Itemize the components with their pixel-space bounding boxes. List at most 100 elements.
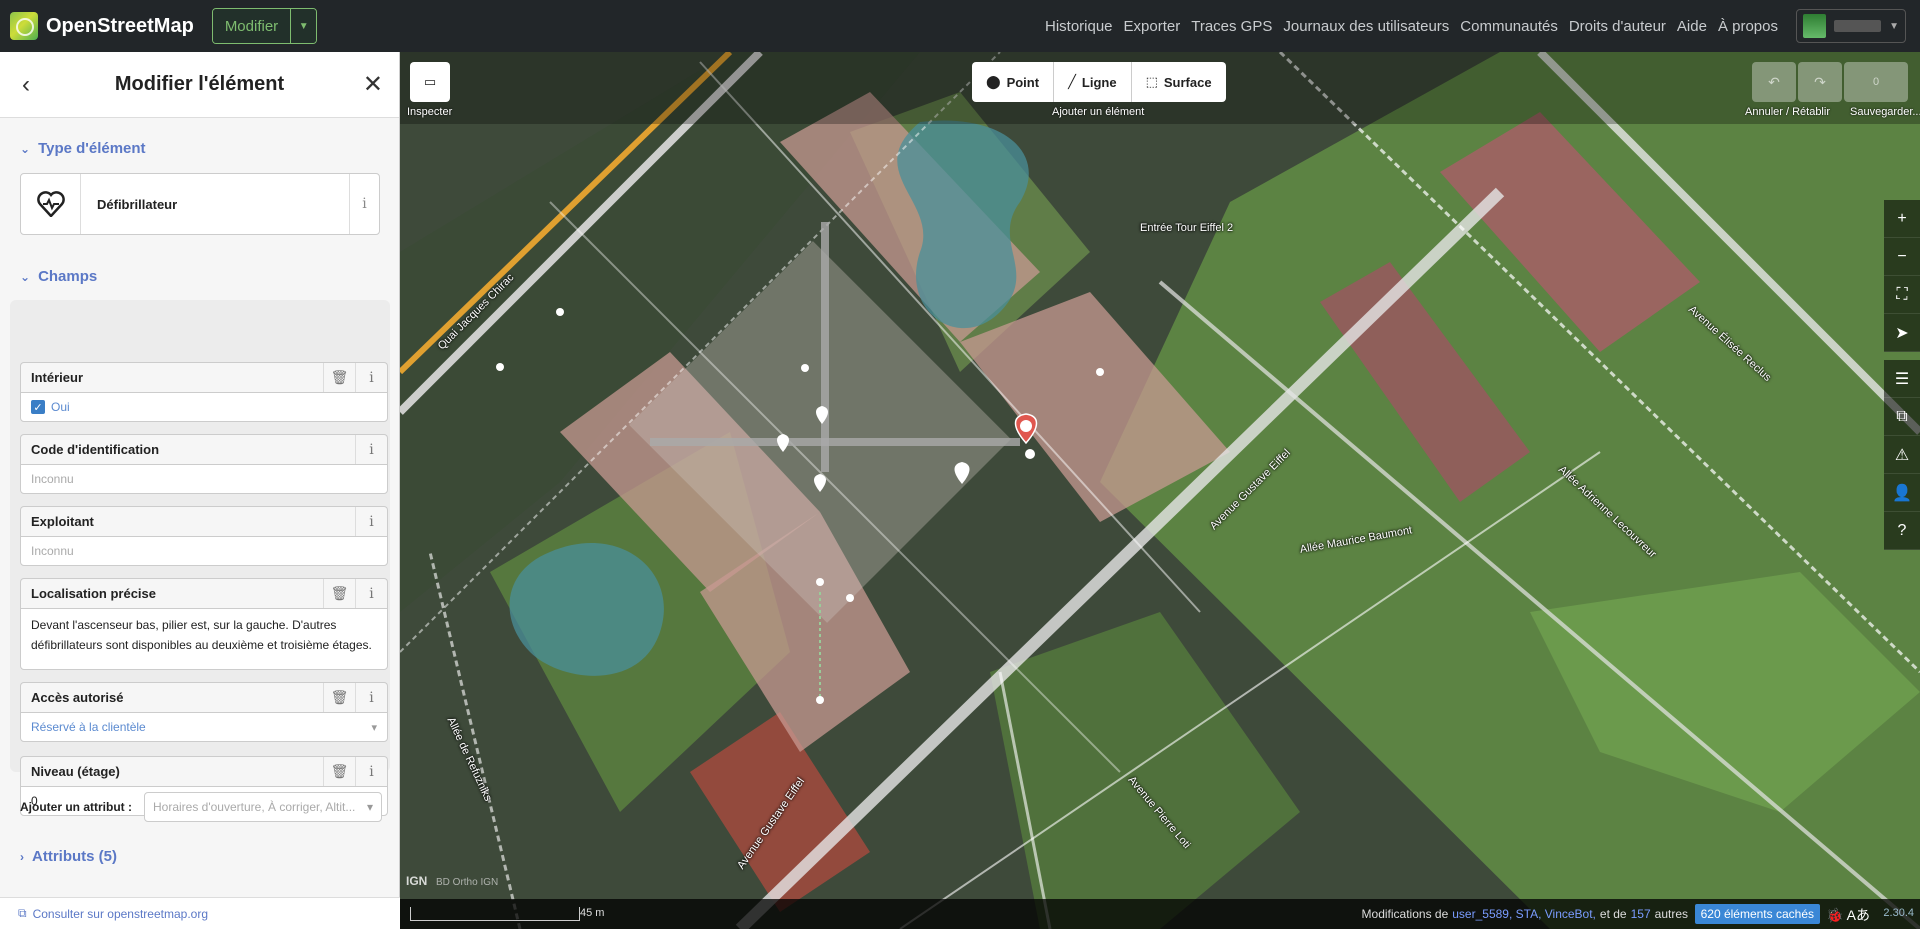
indoor-checkbox-row[interactable]: ✓ Oui	[20, 392, 388, 422]
checkbox-checked-icon[interactable]: ✓	[31, 400, 45, 414]
type-section-toggle[interactable]: ⌄ Type d'élément	[0, 140, 166, 157]
scale-bar[interactable]	[410, 907, 580, 921]
nav-gps-traces[interactable]: Traces GPS	[1191, 18, 1272, 35]
operator-input[interactable]: Inconnu	[20, 536, 388, 566]
view-on-osm-link[interactable]: Consulter sur openstreetmap.org	[33, 907, 208, 921]
add-line-button[interactable]: ╱ Ligne	[1054, 62, 1132, 102]
field-label: Exploitant	[31, 514, 94, 529]
map-data-icon: ⧉	[1896, 407, 1908, 425]
redo-button[interactable]: ↷	[1798, 62, 1842, 102]
info-icon[interactable]: i	[355, 757, 387, 786]
attributes-section-toggle[interactable]: › Attributs (5)	[20, 848, 117, 865]
nav-history[interactable]: Historique	[1045, 18, 1113, 35]
add-feature-caption: Ajouter un élément	[1052, 106, 1145, 118]
layers-icon: ☰	[1894, 370, 1910, 388]
background-button[interactable]: ☰	[1884, 360, 1920, 398]
warning-icon: ⚠	[1894, 446, 1910, 464]
nav-help[interactable]: Aide	[1677, 18, 1707, 35]
info-icon[interactable]: i	[349, 174, 379, 234]
field-label: Intérieur	[31, 370, 84, 385]
undo-caption: Annuler / Rétablir	[1745, 106, 1830, 118]
info-icon[interactable]: i	[355, 683, 387, 712]
user-menu[interactable]: ▼	[1796, 9, 1906, 43]
location-textarea[interactable]: Devant l'ascenseur bas, pilier est, sur …	[20, 608, 388, 670]
edit-dropdown-toggle[interactable]: ▼	[290, 9, 317, 43]
field-indoor: Intérieur 🗑 i ✓ Oui	[20, 362, 388, 422]
field-label: Localisation précise	[31, 586, 156, 601]
edit-button-group: Modifier ▼	[211, 8, 318, 44]
defibrillator-icon	[21, 174, 81, 234]
caret-down-icon: ▼	[1889, 20, 1899, 32]
preferences-button[interactable]: 👤	[1884, 474, 1920, 512]
trash-icon[interactable]: 🗑	[323, 757, 355, 786]
map-controls: + − ⛶ ➤ ☰ ⧉ ⚠ 👤 ?	[1884, 200, 1920, 550]
nav-communities[interactable]: Communautés	[1460, 18, 1558, 35]
map-data-button[interactable]: ⧉	[1884, 398, 1920, 436]
add-point-label: Point	[1006, 74, 1040, 90]
ref-input[interactable]: Inconnu	[20, 464, 388, 494]
preset-type-box[interactable]: Défibrillateur i	[20, 173, 380, 235]
osm-logo[interactable]: OpenStreetMap	[10, 12, 194, 40]
point-icon: ⬤	[986, 74, 1001, 89]
undo-redo-save-group: ↶ ↷ 0	[1752, 62, 1908, 102]
info-icon[interactable]: i	[355, 435, 387, 464]
map-imagery	[400, 52, 1920, 929]
chevron-down-icon: ⌄	[20, 141, 31, 156]
user-name-redacted	[1833, 20, 1882, 32]
imagery-attribution[interactable]: BD Ortho IGN	[436, 877, 498, 888]
add-tag-row: Ajouter un attribut : Horaires d'ouvertu…	[20, 792, 382, 822]
add-tag-input[interactable]: Horaires d'ouverture, À corriger, Altit.…	[143, 792, 382, 822]
sidebar: ‹ Modifier l'élément ✕ ⌄ Type d'élément …	[0, 52, 400, 929]
type-section-label: Type d'élément	[38, 140, 146, 157]
main-nav: Historique Exporter Traces GPS Journaux …	[1045, 18, 1778, 35]
ign-logo: IGN	[406, 874, 428, 888]
add-area-button[interactable]: ⬚ Surface	[1132, 62, 1226, 102]
contributors-middle: et de	[1599, 907, 1627, 921]
info-icon[interactable]: i	[355, 579, 387, 608]
info-icon[interactable]: i	[355, 507, 387, 536]
logo-text: OpenStreetMap	[46, 14, 194, 37]
fields-section-toggle[interactable]: ⌄ Champs	[0, 268, 117, 285]
issues-button[interactable]: ⚠	[1884, 436, 1920, 474]
access-combo[interactable]: Réservé à la clientèle	[20, 712, 388, 742]
back-icon[interactable]: ‹	[14, 71, 38, 99]
add-point-button[interactable]: ⬤ Point	[972, 62, 1055, 102]
contributors-users-link[interactable]: user_5589, STA, VinceBot,	[1452, 907, 1596, 921]
undo-button[interactable]: ↶	[1752, 62, 1796, 102]
plus-icon: +	[1897, 209, 1907, 227]
info-icon[interactable]: i	[355, 363, 387, 392]
help-icon: ?	[1897, 521, 1907, 539]
sidebar-toggle-icon: ▭	[423, 74, 437, 89]
street-label: Entrée Tour Eiffel 2	[1140, 222, 1234, 234]
scale-label: 45 m	[580, 907, 605, 919]
hidden-features-badge[interactable]: 620 éléments cachés	[1694, 904, 1820, 924]
zoom-selection-icon: ⛶	[1896, 285, 1908, 303]
inspector-caption: Inspecter	[407, 106, 453, 118]
nav-export[interactable]: Exporter	[1124, 18, 1181, 35]
zoom-out-button[interactable]: −	[1884, 238, 1920, 276]
trash-icon[interactable]: 🗑	[323, 579, 355, 608]
close-icon[interactable]: ✕	[361, 70, 385, 99]
save-count: 0	[1872, 76, 1880, 88]
bug-icon[interactable]: 🐞 Aあ	[1826, 905, 1870, 925]
trash-icon[interactable]: 🗑	[323, 363, 355, 392]
zoom-in-button[interactable]: +	[1884, 200, 1920, 238]
map-canvas[interactable]: Quai Jacques Chirac Entrée Tour Eiffel 2…	[400, 52, 1920, 929]
trash-icon[interactable]: 🗑	[323, 683, 355, 712]
contributors-count-link[interactable]: 157	[1631, 907, 1651, 921]
sidebar-title: Modifier l'élément	[114, 73, 285, 95]
add-tag-label: Ajouter un attribut :	[20, 800, 132, 814]
save-button[interactable]: 0	[1844, 62, 1908, 102]
edit-button[interactable]: Modifier	[212, 9, 291, 43]
zoom-to-selection-button[interactable]: ⛶	[1884, 276, 1920, 314]
attributes-section-label: Attributs (5)	[32, 848, 117, 865]
nav-copyright[interactable]: Droits d'auteur	[1569, 18, 1666, 35]
help-button[interactable]: ?	[1884, 512, 1920, 550]
version-label[interactable]: 2.30.4	[1883, 907, 1914, 919]
nav-user-diaries[interactable]: Journaux des utilisateurs	[1283, 18, 1449, 35]
top-bar: OpenStreetMap Modifier ▼ Historique Expo…	[0, 0, 1920, 52]
add-mode-group: ⬤ Point ╱ Ligne ⬚ Surface	[972, 62, 1226, 102]
geolocate-button[interactable]: ➤	[1884, 314, 1920, 352]
nav-about[interactable]: À propos	[1718, 18, 1778, 35]
inspector-toggle-button[interactable]: ▭	[410, 62, 450, 102]
